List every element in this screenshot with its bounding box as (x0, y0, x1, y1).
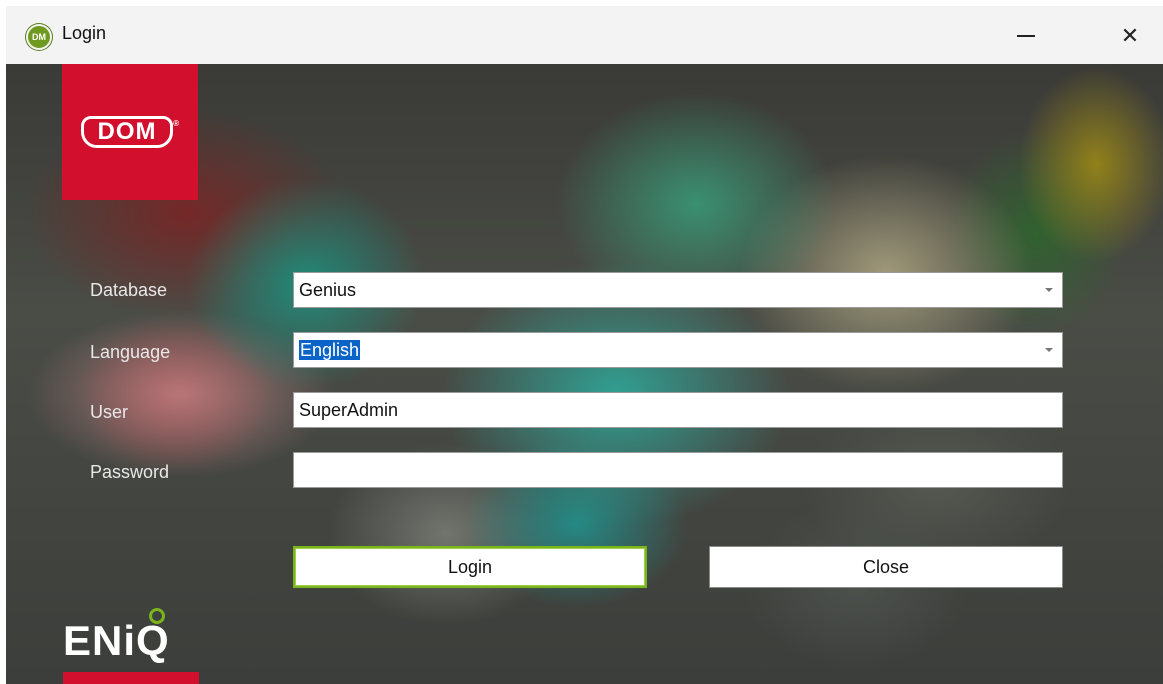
dom-logo: DOM ® (62, 64, 198, 200)
login-button[interactable]: Login (293, 546, 647, 588)
login-window: DM Login ✕ DOM ® Database Genius Languag… (6, 6, 1163, 684)
login-panel: DOM ® Database Genius Language English U… (6, 64, 1163, 684)
dom-logo-reg: ® (173, 119, 180, 128)
chevron-down-icon[interactable] (1045, 288, 1053, 292)
app-icon: DM (26, 24, 52, 50)
eniq-logo-bar (63, 672, 199, 684)
eniq-logo-text: ENiQ (63, 617, 170, 664)
database-label: Database (90, 280, 168, 300)
user-value: SuperAdmin (299, 400, 399, 420)
language-label: Language (90, 342, 171, 362)
minimize-icon (1017, 35, 1035, 37)
password-label: Password (90, 462, 170, 482)
eniq-logo: ENiQ (63, 608, 203, 684)
dom-logo-mark: DOM ® (81, 116, 179, 148)
password-input[interactable] (293, 452, 1063, 488)
database-select[interactable]: Genius (293, 272, 1063, 308)
user-input[interactable]: SuperAdmin (293, 392, 1063, 428)
close-button[interactable]: Close (709, 546, 1063, 588)
title-bar: DM Login ✕ (6, 6, 1163, 64)
close-window-button[interactable]: ✕ (1104, 14, 1156, 58)
chevron-down-icon[interactable] (1045, 348, 1053, 352)
close-icon: ✕ (1120, 23, 1140, 48)
window-title: Login (62, 23, 107, 43)
minimize-button[interactable] (1000, 14, 1052, 58)
database-value: Genius (299, 280, 357, 300)
user-label: User (90, 402, 129, 422)
language-select[interactable]: English (293, 332, 1063, 368)
language-value: English (299, 340, 361, 360)
dom-logo-text: DOM (97, 118, 157, 145)
